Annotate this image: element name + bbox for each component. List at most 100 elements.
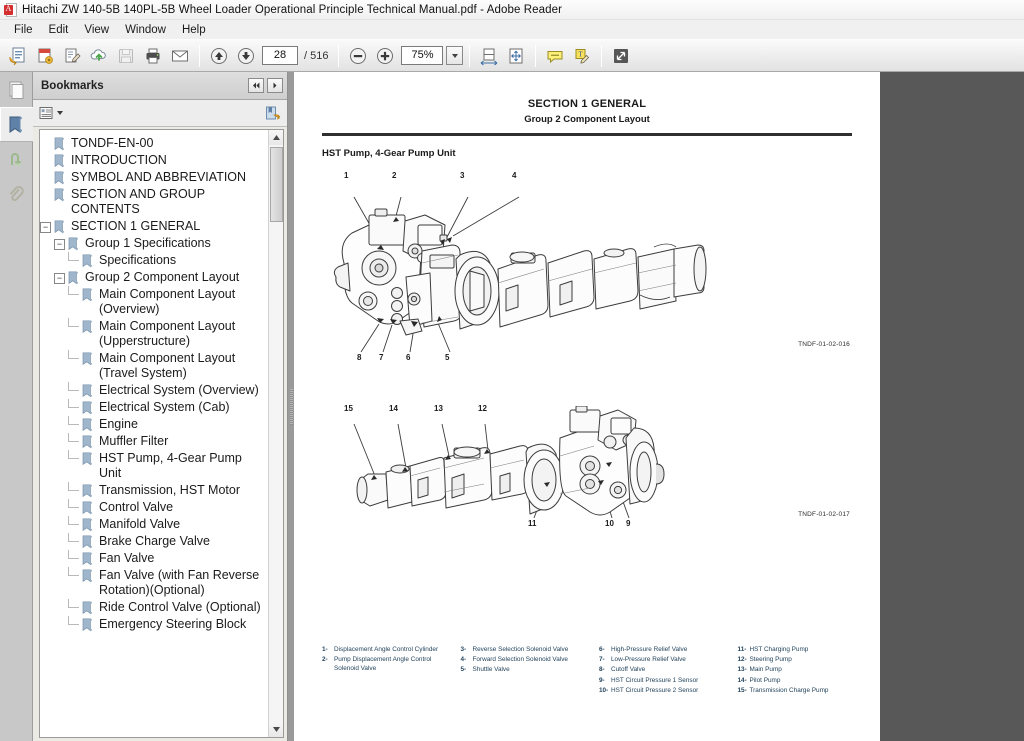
document-section-title: SECTION 1 GENERAL <box>527 98 647 110</box>
legend-text: Steering Pump <box>749 656 792 664</box>
expander-toggle[interactable]: − <box>54 273 65 284</box>
bookmark-item[interactable]: Ride Control Valve (Optional) <box>40 599 268 616</box>
bookmark-item[interactable]: Fan Valve (with Fan Reverse Rotation)(Op… <box>40 567 268 599</box>
bookmark-page-icon <box>68 237 81 251</box>
page-number-input[interactable]: 28 <box>262 46 298 65</box>
nav-prev-icon[interactable] <box>248 78 264 93</box>
bookmark-item[interactable]: Brake Charge Valve <box>40 533 268 550</box>
expander-toggle[interactable]: − <box>54 239 65 250</box>
scroll-down-arrow[interactable] <box>268 722 283 737</box>
bookmark-item[interactable]: Emergency Steering Block <box>40 616 268 633</box>
scrollbar-thumb[interactable] <box>269 147 283 222</box>
zoom-level-input[interactable]: 75% <box>401 46 444 65</box>
open-file-icon[interactable] <box>5 43 31 69</box>
chevron-down-icon[interactable] <box>446 46 464 65</box>
bookmark-item[interactable]: Electrical System (Cab) <box>40 399 268 416</box>
save-disk-icon[interactable] <box>113 43 139 69</box>
arrow-up-circle-icon[interactable] <box>206 43 232 69</box>
fullscreen-icon[interactable] <box>608 43 634 69</box>
plus-circle-icon[interactable] <box>372 43 398 69</box>
bookmark-item[interactable]: TONDF-EN-00 <box>40 135 268 152</box>
bookmark-item[interactable]: Main Component Layout (Overview) <box>40 286 268 318</box>
bookmark-options-icon[interactable] <box>39 106 63 120</box>
expander-toggle[interactable]: − <box>40 222 51 233</box>
bookmark-item[interactable]: Control Valve <box>40 499 268 516</box>
menu-item-edit[interactable]: Edit <box>41 22 77 38</box>
nav-next-icon[interactable] <box>267 78 283 93</box>
menu-item-help[interactable]: Help <box>174 22 214 38</box>
bookmark-label: Specifications <box>99 253 177 267</box>
bookmarks-panel-header: Bookmarks <box>33 72 287 100</box>
bookmark-item[interactable]: Muffler Filter <box>40 433 268 450</box>
bookmark-label: Main Component Layout (Travel System) <box>99 351 236 380</box>
highlight-text-icon[interactable]: T <box>569 43 595 69</box>
tree-connector <box>68 567 79 576</box>
caret-down-icon[interactable] <box>57 111 63 115</box>
minus-circle-icon[interactable] <box>345 43 371 69</box>
bookmark-item[interactable]: Fan Valve <box>40 550 268 567</box>
bookmark-item[interactable]: Electrical System (Overview) <box>40 382 268 399</box>
bookmark-item[interactable]: Main Component Layout (Travel System) <box>40 350 268 382</box>
bookmark-item[interactable]: HST Pump, 4-Gear Pump Unit <box>40 450 268 482</box>
signatures-icon[interactable] <box>0 142 33 177</box>
bookmark-label: Main Component Layout (Upperstructure) <box>99 319 236 348</box>
bookmark-label: Ride Control Valve (Optional) <box>99 600 261 614</box>
menu-item-window[interactable]: Window <box>117 22 174 38</box>
create-pdf-icon[interactable] <box>32 43 58 69</box>
legend-number: 12- <box>737 656 747 664</box>
print-icon[interactable] <box>140 43 166 69</box>
bookmark-item[interactable]: − SECTION 1 GENERAL <box>40 218 268 235</box>
bookmark-label: Control Valve <box>99 500 174 514</box>
bookmark-label: Brake Charge Valve <box>99 534 210 548</box>
menu-item-view[interactable]: View <box>76 22 117 38</box>
email-icon[interactable] <box>167 43 193 69</box>
arrow-down-circle-icon[interactable] <box>233 43 259 69</box>
fit-page-icon[interactable] <box>503 43 529 69</box>
legend-text: Forward Selection Solenoid Valve <box>472 656 568 664</box>
bookmark-page-icon <box>82 352 95 366</box>
bookmarks-panel-title: Bookmarks <box>41 79 104 92</box>
bookmarks-scrollbar[interactable] <box>268 130 283 737</box>
attachments-icon[interactable] <box>0 177 33 212</box>
figure-1-callout-5: 5 <box>445 353 450 362</box>
bookmark-label: SYMBOL AND ABBREVIATION <box>71 170 247 184</box>
figure-gear-pump-unit: 15 14 13 12 11 10 9 TNDF-01-02-017 <box>322 404 852 556</box>
legend-column: 6- High-Pressure Relief Valve 7- Low-Pressu… <box>599 646 724 697</box>
bookmark-item[interactable]: − Group 1 Specifications <box>40 235 268 252</box>
scroll-up-arrow[interactable] <box>268 130 283 145</box>
bookmark-item[interactable]: SYMBOL AND ABBREVIATION <box>40 169 268 186</box>
bookmark-item[interactable]: Manifold Valve <box>40 516 268 533</box>
bookmarks-icon[interactable] <box>0 107 33 142</box>
toolbar-separator-4 <box>535 44 537 67</box>
bookmark-item[interactable]: Specifications <box>40 252 268 269</box>
scrollbar-track[interactable] <box>268 145 283 722</box>
legend-text: Low-Pressure Relief Valve <box>611 656 686 664</box>
figure-1-illustration <box>333 196 707 353</box>
menu-item-file[interactable]: File <box>6 22 41 38</box>
bookmark-item[interactable]: INTRODUCTION <box>40 152 268 169</box>
bookmark-item[interactable]: Transmission, HST Motor <box>40 482 268 499</box>
fit-width-icon[interactable] <box>476 43 502 69</box>
bookmarks-list[interactable]: TONDF-EN-00 INTRODUCTION SYMBOL AND ABBREV… <box>40 130 268 737</box>
bookmark-label: Fan Valve <box>99 551 155 565</box>
document-viewer[interactable]: SECTION 1 GENERAL Group 2 Component Layo… <box>294 72 1024 741</box>
edit-pdf-icon[interactable] <box>59 43 85 69</box>
legend-item: 2- Pump Displacement Angle Control Soleno… <box>322 656 447 673</box>
bookmark-page-icon <box>82 288 95 302</box>
sticky-note-icon[interactable] <box>542 43 568 69</box>
cloud-upload-icon[interactable] <box>86 43 112 69</box>
tree-connector <box>68 533 79 542</box>
bookmark-item[interactable]: − Group 2 Component Layout <box>40 269 268 286</box>
bookmark-item[interactable]: SECTION AND GROUP CONTENTS <box>40 186 268 218</box>
bookmark-page-icon <box>82 254 95 268</box>
tree-connector <box>68 450 79 459</box>
legend-item: 11- HST Charging Pump <box>738 646 863 655</box>
splitter-grip <box>289 388 293 425</box>
legend-text: Pump Displacement Angle Control Solenoid… <box>334 656 432 672</box>
bookmark-item[interactable]: Main Component Layout (Upperstructure) <box>40 318 268 350</box>
bookmark-item[interactable]: Engine <box>40 416 268 433</box>
page-thumbnails-icon[interactable] <box>0 72 33 107</box>
toolbar-separator-2 <box>338 44 340 67</box>
legend-text: Displacement Angle Control Cylinder <box>334 646 439 654</box>
new-bookmark-icon[interactable] <box>265 106 281 121</box>
